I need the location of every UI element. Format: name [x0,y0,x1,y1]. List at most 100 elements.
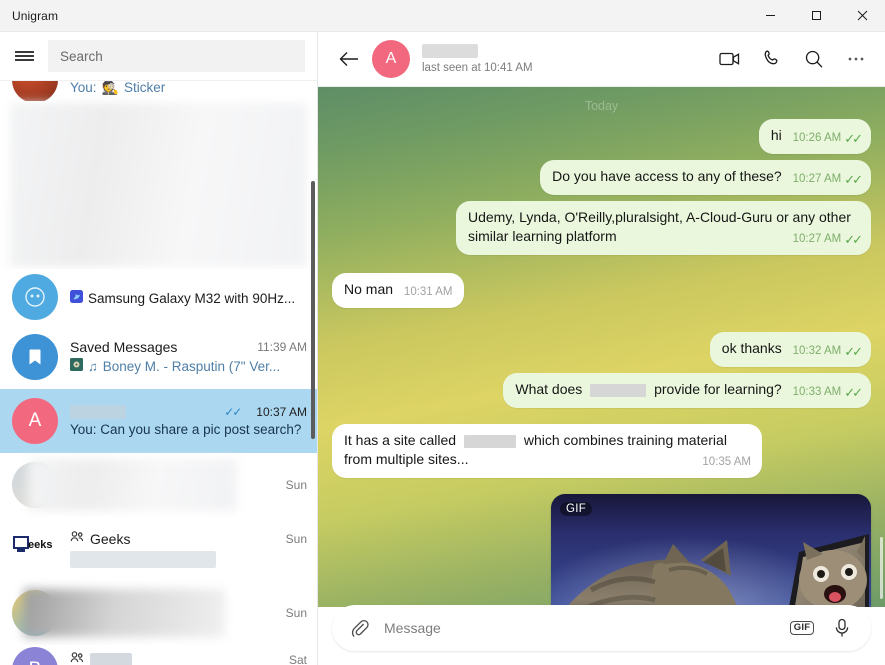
chat-item-snippet-redacted [70,551,216,568]
app-thumbnail-icon [70,289,83,308]
message-time: 10:33 AM [792,386,842,398]
gif-message-bubble[interactable]: GIF 10:35 AM ✓✓ [551,494,871,607]
avatar[interactable]: A [372,40,410,78]
list-item-saved-messages[interactable]: Saved Messages 11:39 AM ♫ Boney M. - Ras… [0,325,317,389]
list-item[interactable]: You: 🕵️ Sticker [0,81,317,103]
message-meta: 10:26 AM ✓✓ [792,129,863,148]
list-item[interactable]: Sun [0,453,317,517]
message-time: 10:27 AM [792,233,842,245]
message-meta: 10:27 AM ✓✓ [792,170,863,189]
avatar: A [12,398,58,444]
hamburger-menu-icon[interactable] [6,38,42,74]
chat-item-title-line: Saved Messages 11:39 AM [70,339,307,355]
day-divider-label: Today [584,99,619,113]
search-placeholder: Search [60,48,103,64]
message-row: It has a site called which combines trai… [332,424,871,478]
chat-item-snippet-line: ♫ Boney M. - Rasputin (7" Ver... [70,357,307,376]
maximize-button[interactable] [793,0,839,32]
message-bubble[interactable]: What does provide for learning? 10:33 AM… [503,373,871,408]
message-row: No man 10:31 AM [332,273,871,308]
message-text: hi [770,127,782,143]
chat-item-time: Sun [285,532,307,546]
list-item[interactable] [0,101,317,269]
search-input[interactable]: Search [48,40,305,72]
read-receipt-icon: ✓✓ [224,405,242,419]
chat-pane: A last seen at 10:41 AM Today hi 10:26 A… [318,32,885,665]
microphone-icon[interactable] [827,613,857,643]
message-redacted-word [463,434,516,448]
message-bubble[interactable]: Do you have access to any of these? 10:2… [540,160,871,195]
chat-item-title-line: Geeks Sun [70,530,307,548]
message-bubble[interactable]: hi 10:26 AM ✓✓ [758,119,871,154]
chat-item-time: Sun [285,478,307,492]
read-receipt-icon: ✓✓ [844,131,863,146]
video-call-icon[interactable] [711,40,749,78]
message-bubble[interactable]: It has a site called which combines trai… [332,424,762,478]
message-composer[interactable]: Message GIF [332,605,871,651]
message-time: 10:26 AM [792,132,842,144]
minimize-button[interactable] [747,0,793,32]
list-item[interactable]: B Sat [0,645,317,665]
blurred-chat-preview [28,459,237,511]
read-receipt-icon: ✓✓ [844,232,863,247]
message-row: hi 10:26 AM ✓✓ [332,119,871,154]
chat-item-name-redacted [70,405,126,419]
search-icon[interactable] [795,40,833,78]
chat-item-time: Sun [285,606,307,620]
chat-item-text: Samsung Galaxy M32 with 90Hz... [70,287,307,308]
chat-header-actions [711,40,875,78]
chat-item-snippet: You: Can you share a pic post search? [70,422,302,437]
message-input-placeholder: Message [384,620,441,636]
chat-item-name: Geeks [90,531,131,547]
chat-item-text: Geeks Sun [70,530,307,568]
message-meta: 10:32 AM ✓✓ [792,342,863,361]
avatar [12,81,58,103]
chat-header-info[interactable]: last seen at 10:41 AM [422,44,711,74]
main-split: Search You: 🕵️ Sticker Samsung Galaxy M3… [0,32,885,665]
attach-icon[interactable] [344,613,374,643]
chat-item-time: 10:37 AM [256,405,307,419]
list-item[interactable]: Samsung Galaxy M32 with 90Hz... [0,269,317,325]
chat-item-snippet: Sticker [123,81,166,95]
avatar [12,334,58,380]
read-receipt-icon: ✓✓ [844,385,863,400]
message-text-after: provide for learning? [654,381,782,397]
message-bubble[interactable]: ok thanks 10:32 AM ✓✓ [709,332,871,367]
list-item-geeks[interactable]: eeks Geeks Sun [0,517,317,581]
chat-title-redacted [422,44,478,58]
avatar: eeks [12,526,58,572]
message-meta: 10:33 AM ✓✓ [792,383,863,402]
more-options-icon[interactable] [837,40,875,78]
geeks-logo-icon: eeks [13,536,52,552]
chat-item-time: Sat [288,652,307,665]
message-text: Do you have access to any of these? [552,168,782,184]
gif-icon[interactable]: GIF [787,613,817,643]
chat-list[interactable]: You: 🕵️ Sticker Samsung Galaxy M32 with … [0,81,317,665]
list-item[interactable]: Sun [0,581,317,645]
chat-item-text: Sat [70,651,307,665]
message-list-scrollbar[interactable] [880,537,883,599]
message-list[interactable]: Today hi 10:26 AM ✓✓ Do you have access … [318,87,885,607]
gif-badge: GIF [560,502,593,516]
app-title: Unigram [12,8,59,23]
message-meta: 10:31 AM [404,283,453,302]
message-time: 10:32 AM [792,345,842,357]
message-time: 10:27 AM [792,173,842,185]
message-row: What does provide for learning? 10:33 AM… [332,373,871,408]
title-bar: Unigram [0,0,885,32]
back-button[interactable] [332,42,366,76]
chat-item-snippet-line: You: Can you share a pic post search? [70,422,307,437]
chat-item-snippet-line: Samsung Galaxy M32 with 90Hz... [70,289,307,308]
message-bubble[interactable]: No man 10:31 AM [332,273,464,308]
bookmark-icon [29,349,41,365]
close-button[interactable] [839,0,885,32]
list-item-selected-chat[interactable]: A ✓✓ 10:37 AM You: Can you share a pic p… [0,389,317,453]
message-text-before: What does [515,381,583,397]
chat-item-snippet: Boney M. - Rasputin (7" Ver... [102,359,281,374]
message-bubble[interactable]: Udemy, Lynda, O'Reilly,pluralsight, A-Cl… [456,201,871,255]
sidebar-search-row: Search [0,32,317,81]
sidebar-scrollbar[interactable] [311,181,315,439]
message-text: No man [344,281,394,297]
phone-call-icon[interactable] [753,40,791,78]
blurred-chat-preview [10,103,307,267]
